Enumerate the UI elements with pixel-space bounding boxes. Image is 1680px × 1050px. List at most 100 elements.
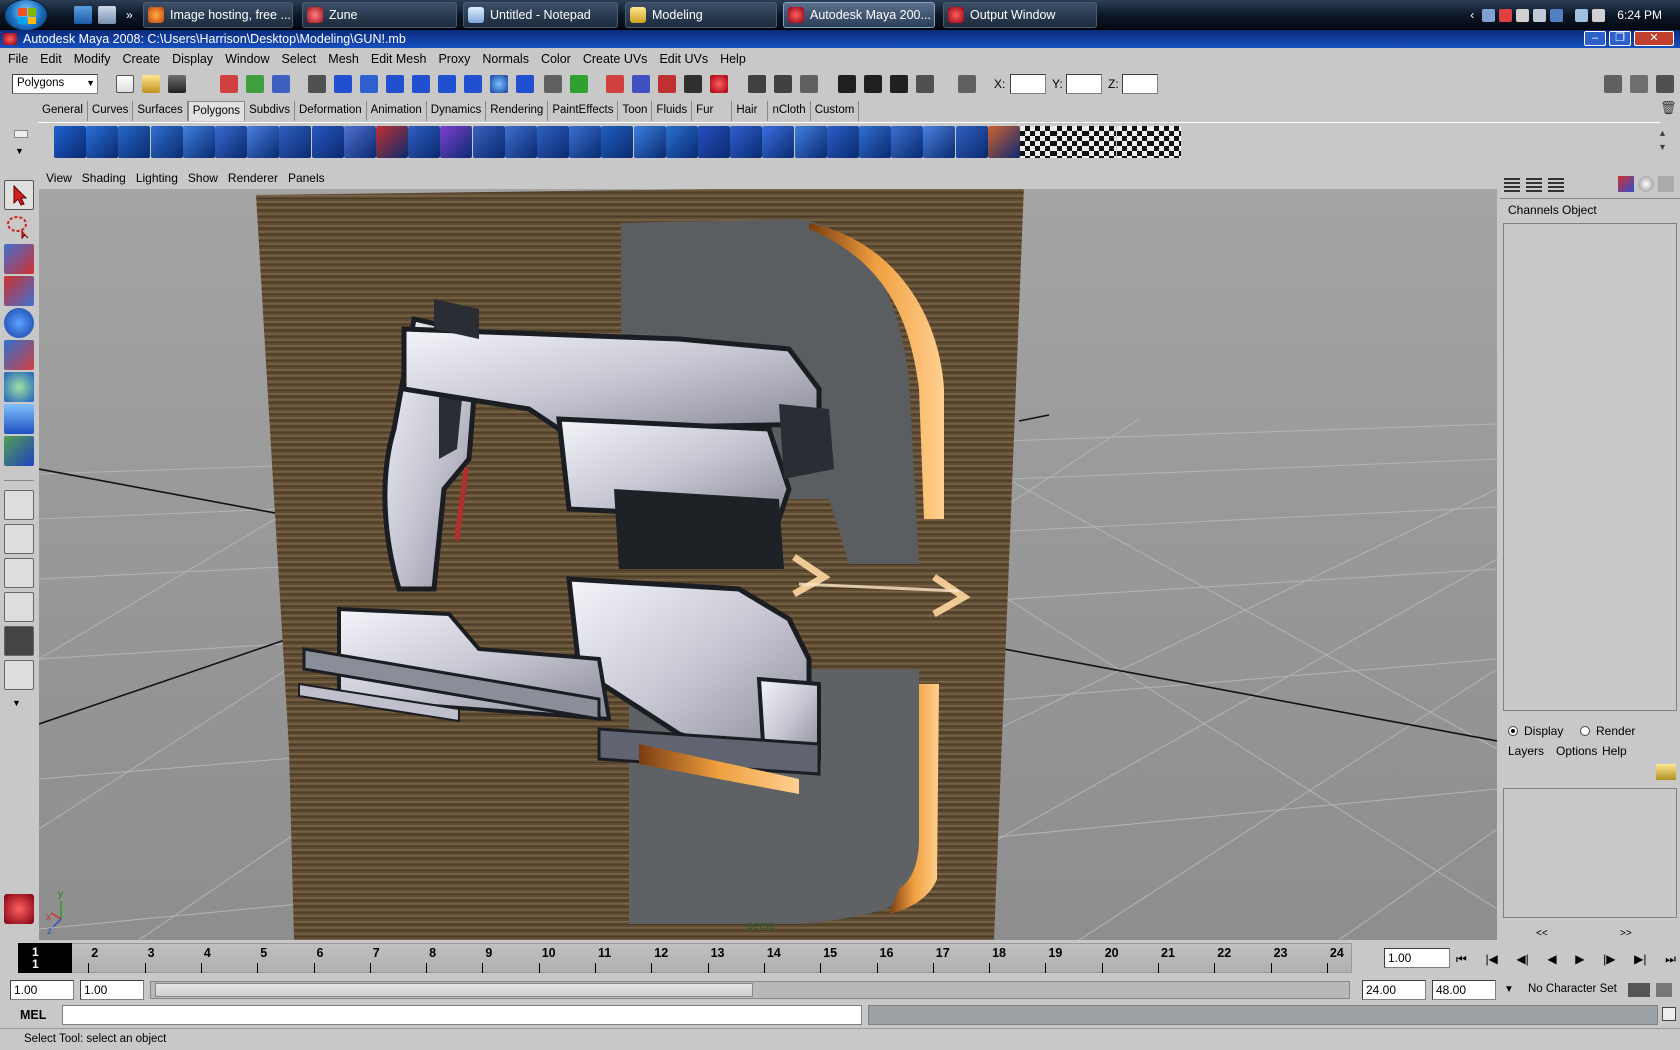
menu-create-uvs[interactable]: Create UVs xyxy=(583,52,648,66)
make-live-icon[interactable] xyxy=(710,75,728,93)
poly-prism-icon[interactable] xyxy=(247,126,280,158)
merge-vertices-icon[interactable] xyxy=(987,126,1020,158)
menu-file[interactable]: File xyxy=(8,52,28,66)
scale-tool-icon[interactable] xyxy=(4,340,34,370)
snap-to-point-icon[interactable] xyxy=(658,75,676,93)
ipr-render-icon[interactable] xyxy=(864,75,882,93)
current-frame-marker[interactable]: 1 1 xyxy=(18,943,72,973)
menu-display[interactable]: Display xyxy=(172,52,213,66)
trash-icon[interactable]: 🗑 xyxy=(1660,100,1677,118)
persp-graph-layout-icon[interactable] xyxy=(4,592,34,622)
go-to-end-icon[interactable]: ⏭ xyxy=(1665,952,1676,967)
step-forward-frame-icon[interactable]: |▶ xyxy=(1603,952,1615,966)
command-input[interactable] xyxy=(62,1005,862,1025)
poly-cube-icon[interactable] xyxy=(86,126,119,158)
current-time-field[interactable]: 1.00 xyxy=(1384,948,1450,968)
lock-selection-icon[interactable] xyxy=(544,75,562,93)
menu-color[interactable]: Color xyxy=(541,52,571,66)
shelf-menu-button[interactable]: ▼ xyxy=(10,124,32,162)
panel-menu-shading[interactable]: Shading xyxy=(82,171,126,185)
play-forwards-icon[interactable]: ▶ xyxy=(1575,952,1584,966)
network-icon[interactable] xyxy=(1482,8,1496,22)
z-field[interactable] xyxy=(1122,74,1158,94)
planar-mapping-icon[interactable] xyxy=(1020,126,1052,158)
attribute-icon[interactable] xyxy=(1618,176,1634,192)
options-menu[interactable]: Options xyxy=(1556,744,1597,758)
menu-edit-uvs[interactable]: Edit UVs xyxy=(659,52,708,66)
snap-to-curve-icon[interactable] xyxy=(632,75,650,93)
automatic-mapping-icon[interactable] xyxy=(1116,126,1149,158)
select-object-icon[interactable] xyxy=(246,75,264,93)
tab-hair[interactable]: Hair xyxy=(732,101,769,121)
four-view-layout-icon[interactable] xyxy=(4,524,34,554)
channels-menu[interactable]: Channels xyxy=(1508,203,1559,217)
tab-curves[interactable]: Curves xyxy=(88,101,134,121)
tab-deformation[interactable]: Deformation xyxy=(295,101,367,121)
tool-icon[interactable] xyxy=(1658,176,1674,192)
tab-toon[interactable]: Toon xyxy=(618,101,653,121)
sync-icon[interactable] xyxy=(1592,8,1606,22)
select-joint-icon[interactable] xyxy=(360,75,378,93)
time-slider-track[interactable] xyxy=(18,943,1352,973)
save-scene-icon[interactable] xyxy=(168,75,186,93)
quicklaunch-more-icon[interactable]: » xyxy=(126,8,133,22)
menu-set-dropdown[interactable]: Polygons ▼ xyxy=(12,74,98,94)
x-field[interactable] xyxy=(1010,74,1046,94)
script-editor-icon[interactable] xyxy=(1662,1007,1676,1021)
range-slider-track[interactable] xyxy=(150,981,1350,999)
animation-preferences-icon[interactable] xyxy=(1656,983,1672,997)
average-vertices-icon[interactable] xyxy=(633,126,666,158)
attribute-editor-icon[interactable] xyxy=(1604,75,1622,93)
minimize-button[interactable]: – xyxy=(1584,31,1606,46)
snap-to-grid-icon[interactable] xyxy=(606,75,624,93)
select-curve-icon[interactable] xyxy=(386,75,404,93)
poly-soccer-ball-icon[interactable] xyxy=(343,126,376,158)
poly-helix-icon[interactable] xyxy=(311,126,344,158)
single-perspective-layout-icon[interactable] xyxy=(4,490,34,520)
paint-select-tool-icon[interactable] xyxy=(4,244,34,274)
object-menu[interactable]: Object xyxy=(1562,203,1597,217)
insert-edge-loop-icon[interactable] xyxy=(859,126,891,158)
hypershade-layout-icon[interactable] xyxy=(4,626,34,656)
combine-icon[interactable] xyxy=(376,126,408,158)
wedge-face-icon[interactable] xyxy=(955,126,988,158)
clock[interactable]: 6:24 PM xyxy=(1617,8,1662,22)
input-mode-icon[interactable] xyxy=(958,75,976,93)
taskbar-item-modeling[interactable]: Modeling xyxy=(625,2,777,28)
persp-outliner-layout-icon[interactable] xyxy=(4,558,34,588)
channel-box-layers-icon[interactable] xyxy=(1526,178,1542,192)
taskbar-item-zune[interactable]: Zune xyxy=(302,2,457,28)
panel-menu-show[interactable]: Show xyxy=(188,171,218,185)
channel-box-toggle-icon[interactable] xyxy=(1656,75,1674,93)
make-hole-icon[interactable] xyxy=(698,126,730,158)
tab-dynamics[interactable]: Dynamics xyxy=(427,101,487,121)
tab-ncloth[interactable]: nCloth xyxy=(768,101,811,121)
layer-list[interactable] xyxy=(1503,788,1677,918)
select-rendering-icon[interactable] xyxy=(490,75,508,93)
render-settings-icon[interactable] xyxy=(890,75,908,93)
poly-torus-icon[interactable] xyxy=(215,126,247,158)
maximize-button[interactable]: ❐ xyxy=(1609,31,1631,46)
menu-create[interactable]: Create xyxy=(123,52,161,66)
menu-normals[interactable]: Normals xyxy=(482,52,529,66)
character-set-dropdown[interactable]: No Character Set xyxy=(1528,983,1617,995)
poly-pipe-icon[interactable] xyxy=(279,126,312,158)
new-scene-icon[interactable] xyxy=(116,75,134,93)
taskbar-item-maya[interactable]: Autodesk Maya 200... xyxy=(783,2,935,28)
uv-texture-editor-icon[interactable] xyxy=(1148,126,1181,158)
menu-help[interactable]: Help xyxy=(720,52,746,66)
extract-icon[interactable] xyxy=(504,126,537,158)
step-back-key-icon[interactable]: |◀ xyxy=(1485,952,1497,966)
rotate-tool-icon[interactable] xyxy=(4,308,34,338)
new-layer-icon[interactable] xyxy=(1656,764,1676,780)
shelf-scroll[interactable]: ▲ ▼ xyxy=(1658,126,1667,154)
select-surface-icon[interactable] xyxy=(412,75,430,93)
split-polygon-icon[interactable] xyxy=(826,126,859,158)
tab-animation[interactable]: Animation xyxy=(367,101,427,121)
panel-menu-panels[interactable]: Panels xyxy=(288,171,325,185)
show-manipulator-icon[interactable] xyxy=(4,436,34,466)
scroll-right-button[interactable]: >> xyxy=(1620,928,1632,939)
panel-menu-view[interactable]: View xyxy=(46,171,72,185)
tab-fur[interactable]: Fur xyxy=(692,101,733,121)
tray-expand-icon[interactable]: ‹ xyxy=(1470,8,1474,22)
